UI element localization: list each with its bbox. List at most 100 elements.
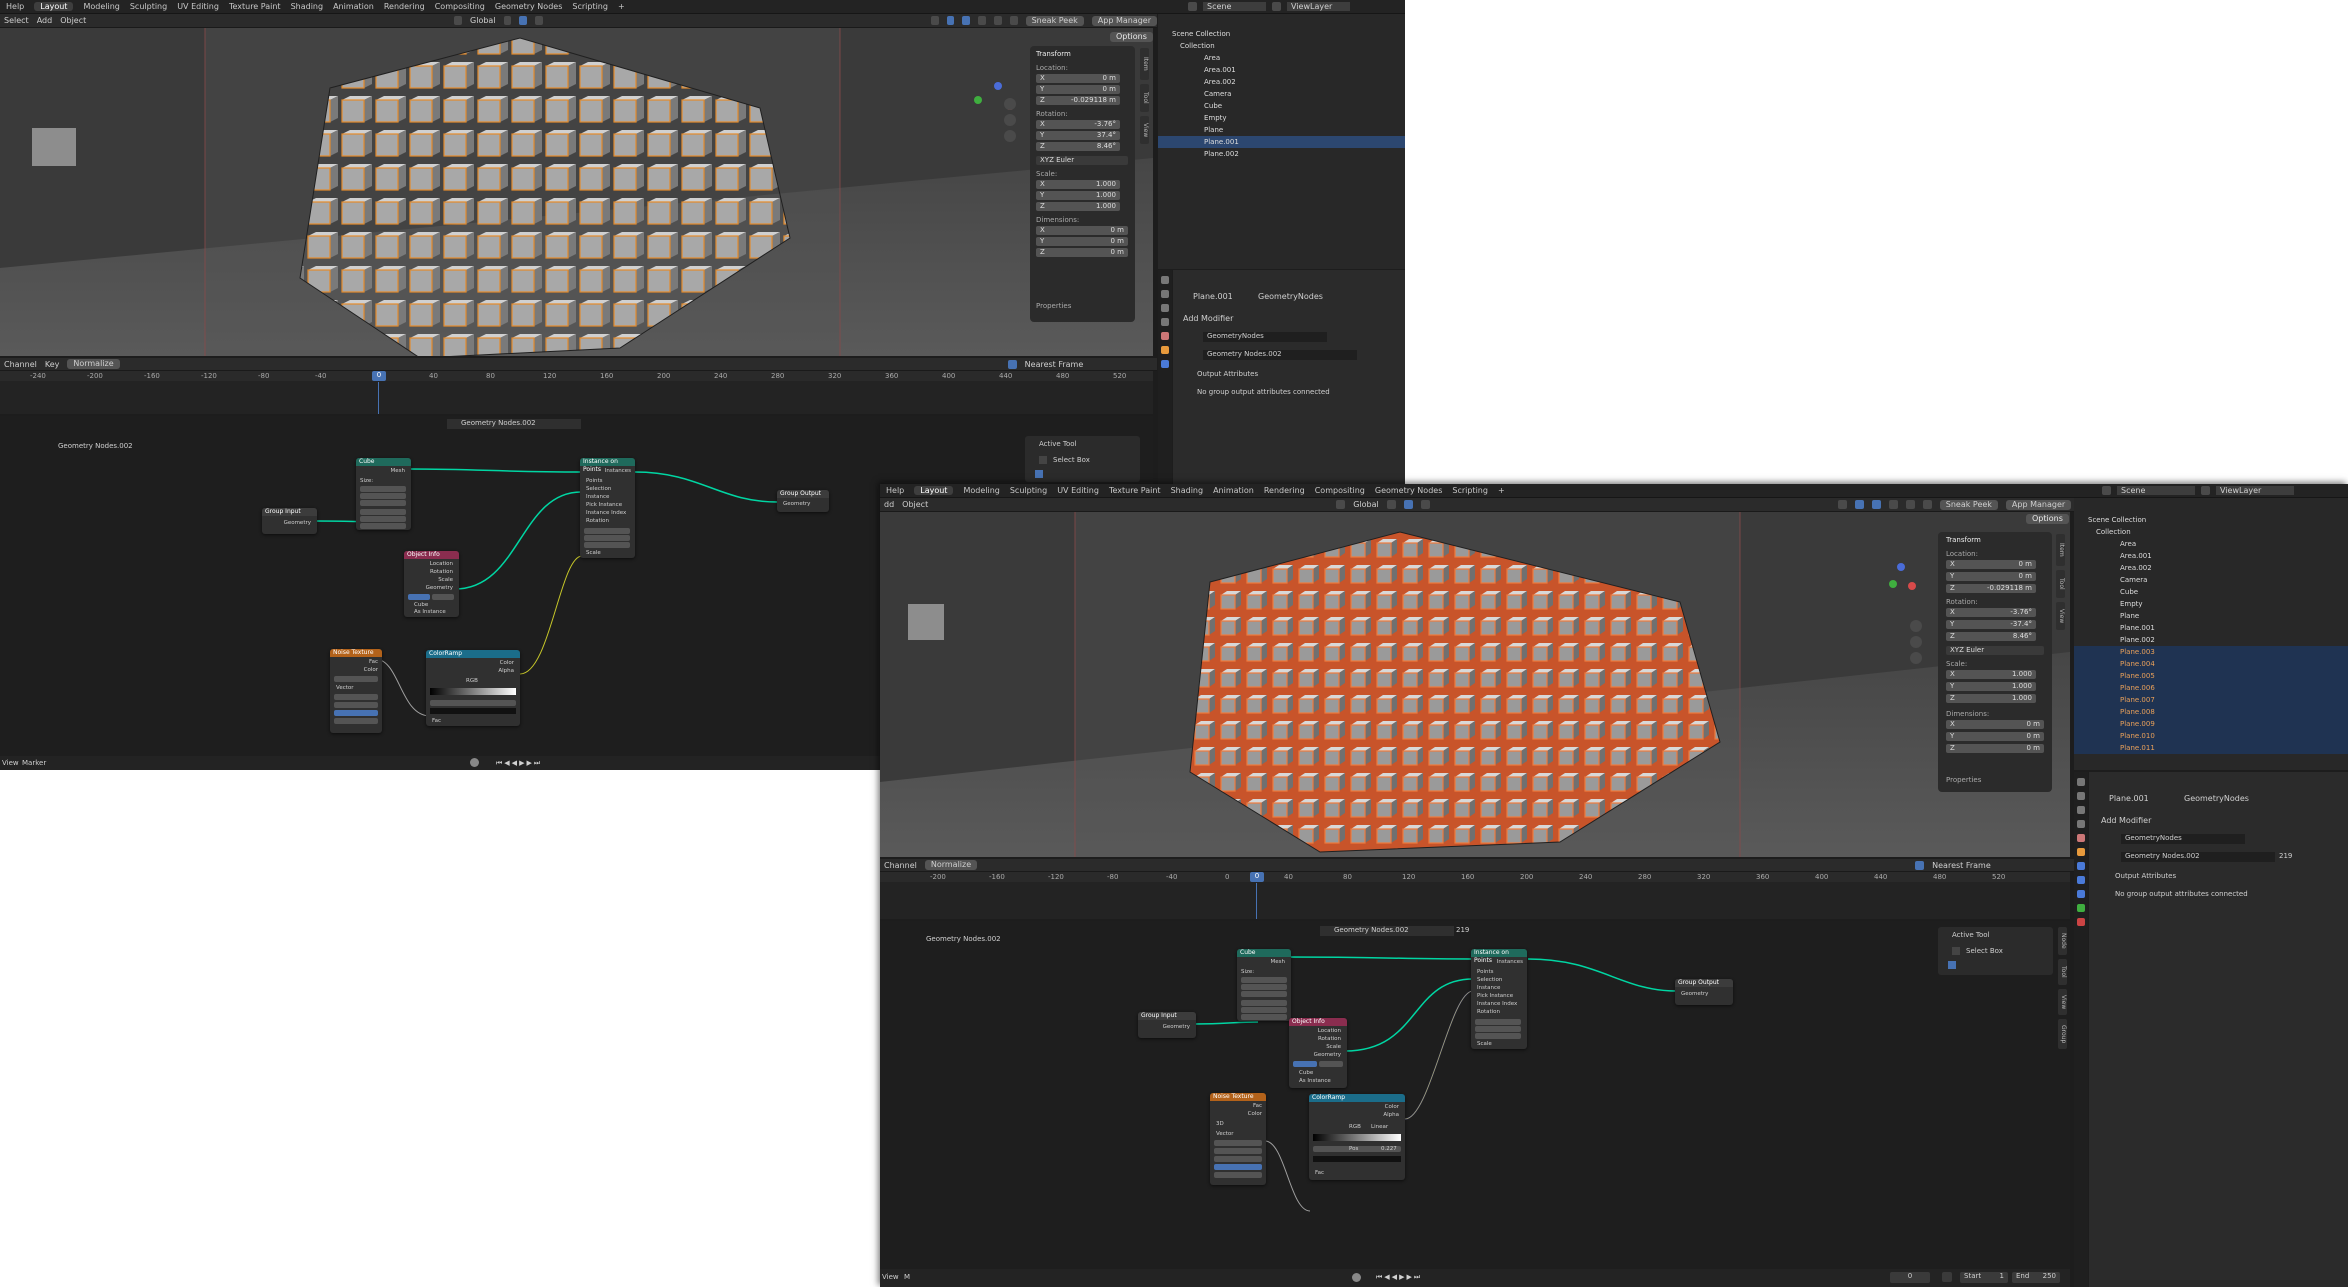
modifier-name-field[interactable]: GeometryNodes <box>1203 332 1327 342</box>
outliner-item[interactable]: Cube <box>2074 586 2348 598</box>
3d-viewport[interactable]: Options Transform Location: X0 m Y0 m Z-… <box>880 512 2070 857</box>
outliner-item-selected[interactable]: Plane.001 <box>1158 136 1405 148</box>
workspace-tab-geonodes[interactable]: Geometry Nodes <box>495 2 562 11</box>
workspace-tab-rendering[interactable]: Rendering <box>1264 486 1305 495</box>
shading-solid-icon[interactable] <box>994 16 1002 25</box>
snap-dropdown[interactable]: Nearest Frame <box>1025 360 1084 369</box>
workspace-tab-texture[interactable]: Texture Paint <box>229 2 281 11</box>
pivot-icon[interactable] <box>1386 500 1396 509</box>
viewport-menu-add[interactable]: Add <box>37 16 53 25</box>
workspace-tab-scripting[interactable]: Scripting <box>1452 486 1488 495</box>
workspace-tab-modeling[interactable]: Modeling <box>963 486 999 495</box>
shading-solid-icon[interactable] <box>1905 500 1915 509</box>
outliner-item[interactable]: Area <box>1158 52 1405 64</box>
modifier-tab-icon[interactable] <box>1161 360 1169 368</box>
scene-tab-icon[interactable] <box>1161 318 1169 326</box>
normalize-toggle[interactable]: Normalize <box>67 359 120 369</box>
workspace-tab-geonodes[interactable]: Geometry Nodes <box>1375 486 1442 495</box>
channel-menu[interactable]: Channel <box>4 360 37 369</box>
dimension-x-field[interactable]: X0 m <box>1036 226 1128 235</box>
scale-z-field[interactable]: Z 1.000 <box>1036 202 1120 211</box>
viewlayer-field[interactable]: ViewLayer <box>2216 486 2294 495</box>
location-x-field[interactable]: X0 m <box>1946 560 2036 569</box>
location-z-field[interactable]: Z -0.029118 m <box>1036 96 1120 105</box>
tool-tab-icon[interactable] <box>2077 778 2085 786</box>
object-tab-icon[interactable] <box>1161 346 1169 354</box>
workspace-tab-compositing[interactable]: Compositing <box>1315 486 1365 495</box>
node-group-output[interactable]: Group Output Geometry <box>1675 979 1733 1005</box>
viewport-menu-object[interactable]: Object <box>902 500 928 509</box>
sneak-peek-button[interactable]: Sneak Peek <box>1025 15 1084 26</box>
properties-subpanel[interactable]: Properties <box>1946 776 1981 784</box>
add-modifier-button[interactable]: Add Modifier <box>1183 314 1233 323</box>
workspace-tab-animation[interactable]: Animation <box>333 2 374 11</box>
workspace-tab-animation[interactable]: Animation <box>1213 486 1254 495</box>
frame-ruler[interactable]: -200 -160 -120 -80 -40 0 40 80 120 160 200 240 280 32… <box>880 872 2070 882</box>
rotation-y-field[interactable]: Y 37.4° <box>1036 131 1120 140</box>
sneak-peek-button[interactable]: Sneak Peek <box>1939 499 1998 510</box>
options-button[interactable]: Options <box>1110 32 1153 42</box>
output-tab-icon[interactable] <box>2077 806 2085 814</box>
scale-y-field[interactable]: Y 1.000 <box>1036 191 1120 200</box>
proportional-icon[interactable] <box>1420 500 1430 509</box>
colorramp-gradient[interactable] <box>1313 1134 1401 1141</box>
scene-field[interactable]: Scene <box>2117 486 2195 495</box>
shading-material-icon[interactable] <box>1922 500 1932 509</box>
outliner-item[interactable]: Area.002 <box>1158 76 1405 88</box>
xray-icon[interactable] <box>962 16 971 25</box>
footer-view-menu[interactable]: View <box>882 1273 899 1281</box>
3d-viewport[interactable]: Options Transform Location: X0 m Y0 m Z-… <box>0 28 1153 356</box>
tab-view[interactable]: View <box>2056 602 2065 630</box>
workspace-tab-sculpting[interactable]: Sculpting <box>130 2 167 11</box>
shading-material-icon[interactable] <box>1009 16 1018 25</box>
dimension-x-field[interactable]: X0 m <box>1946 720 2044 729</box>
filter-icon[interactable] <box>1007 359 1017 369</box>
tool-tab-icon[interactable] <box>1161 276 1169 284</box>
orientation-dropdown[interactable]: Global <box>1353 500 1379 509</box>
object-tab-icon[interactable] <box>2077 848 2085 856</box>
outliner-item[interactable]: Camera <box>1158 88 1405 100</box>
outliner-item[interactable]: Plane.002 <box>2074 634 2348 646</box>
material-tab-icon[interactable] <box>2077 918 2085 926</box>
modifier-name-field[interactable]: GeometryNodes <box>2121 834 2245 844</box>
xray-icon[interactable] <box>1871 500 1881 509</box>
rotation-mode-dropdown[interactable]: XYZ Euler <box>1036 156 1128 165</box>
outliner-item[interactable]: Empty <box>2074 598 2348 610</box>
workspace-tab-uv[interactable]: UV Editing <box>1057 486 1099 495</box>
shading-wire-icon[interactable] <box>1888 500 1898 509</box>
outliner-item[interactable]: Area.001 <box>2074 550 2348 562</box>
tab-item[interactable]: Item <box>2056 534 2065 566</box>
camera-view-icon[interactable] <box>1910 652 1922 664</box>
modifier-tab-icon[interactable] <box>2077 862 2085 870</box>
workspace-tab-rendering[interactable]: Rendering <box>384 2 425 11</box>
outliner-item-selected[interactable]: Plane.011 <box>2074 742 2348 754</box>
outliner-item[interactable]: Camera <box>2074 574 2348 586</box>
physics-tab-icon[interactable] <box>2077 890 2085 898</box>
dimension-z-field[interactable]: Z0 m <box>1946 744 2044 753</box>
world-tab-icon[interactable] <box>1161 332 1169 340</box>
outliner-item[interactable]: Area.001 <box>1158 64 1405 76</box>
view-object-types-icon[interactable] <box>1837 500 1847 509</box>
dopesheet-timeline[interactable]: Channel Key Normalize Nearest Frame -240… <box>0 358 1157 414</box>
outliner-item[interactable]: Area.002 <box>2074 562 2348 574</box>
workspace-tab-scripting[interactable]: Scripting <box>572 2 608 11</box>
zoom-icon[interactable] <box>1910 620 1922 632</box>
properties-subpanel[interactable]: Properties <box>1036 302 1071 310</box>
world-tab-icon[interactable] <box>2077 834 2085 842</box>
location-y-field[interactable]: Y0 m <box>1036 85 1120 94</box>
app-manager-button[interactable]: App Manager <box>1091 15 1158 26</box>
snap-icon[interactable] <box>1403 500 1413 509</box>
end-frame-field[interactable]: End 250 <box>2012 1272 2060 1283</box>
pan-hand-icon[interactable] <box>1910 636 1922 648</box>
tab-item[interactable]: Item <box>1140 48 1149 80</box>
outliner-item[interactable]: Plane.001 <box>2074 622 2348 634</box>
scale-x-field[interactable]: X 1.000 <box>1946 670 2036 679</box>
workspace-tab-layout[interactable]: Layout <box>914 486 954 495</box>
scale-y-field[interactable]: Y 1.000 <box>1946 682 2036 691</box>
outliner-collection[interactable]: Collection <box>1158 40 1405 52</box>
viewport-menu-object[interactable]: Object <box>60 16 86 25</box>
workspace-tab-texture[interactable]: Texture Paint <box>1109 486 1161 495</box>
current-frame-indicator[interactable]: 0 <box>372 371 386 381</box>
particles-tab-icon[interactable] <box>2077 876 2085 884</box>
node-noise-texture[interactable]: Noise Texture Fac Color Vector <box>330 649 382 733</box>
